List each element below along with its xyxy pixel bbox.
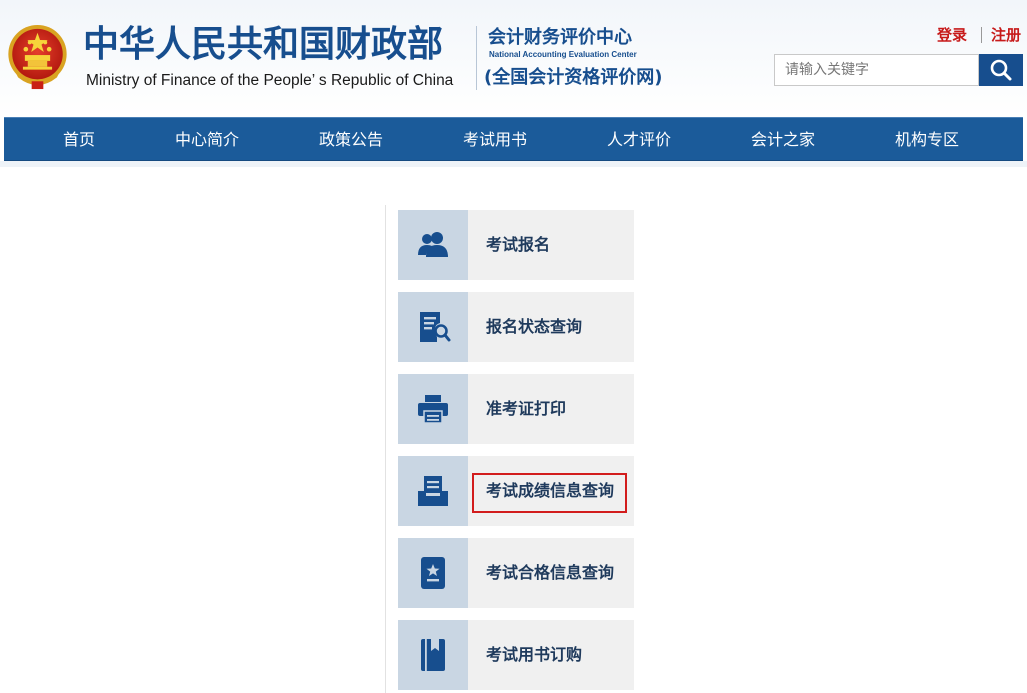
document-search-icon <box>420 312 451 342</box>
tile-exam-registration[interactable]: 考试报名 <box>398 210 634 280</box>
tile-label: 报名状态查询 <box>486 317 583 336</box>
users-icon <box>418 232 448 257</box>
inbox-tray-icon <box>418 476 448 506</box>
search-button[interactable] <box>979 54 1023 86</box>
tile-icon-box <box>398 374 468 444</box>
tile-label: 考试合格信息查询 <box>486 563 615 582</box>
main-nav: 首页 中心简介 政策公告 考试用书 人才评价 会计之家 机构专区 <box>4 117 1023 162</box>
content-divider <box>385 205 386 693</box>
tile-admission-ticket-print[interactable]: 准考证打印 <box>398 374 634 444</box>
book-icon <box>421 639 445 671</box>
center-title-en: National Accounting Evaluation Center <box>489 50 637 59</box>
tile-registration-status[interactable]: 报名状态查询 <box>398 292 634 362</box>
tile-label: 考试报名 <box>486 235 551 254</box>
nav-item-agencies[interactable]: 机构专区 <box>895 118 959 162</box>
nav-underline-strip <box>0 161 1027 167</box>
tile-book-order[interactable]: 考试用书订购 <box>398 620 634 690</box>
tile-icon-box <box>398 538 468 608</box>
register-link[interactable]: 注册 <box>991 25 1021 45</box>
ministry-title-en: Ministry of Finance of the People’ s Rep… <box>86 72 454 89</box>
center-title-cn: 会计财务评价中心 <box>488 27 632 48</box>
tile-label: 准考证打印 <box>486 399 567 418</box>
search-input[interactable] <box>774 54 979 86</box>
nav-item-books[interactable]: 考试用书 <box>463 118 527 162</box>
site-header: 中华人民共和国财政部 Ministry of Finance of the Pe… <box>0 0 1027 117</box>
tile-icon-box <box>398 292 468 362</box>
highlight-box <box>472 473 627 513</box>
nav-item-about[interactable]: 中心简介 <box>175 118 239 162</box>
tile-label: 考试用书订购 <box>486 645 583 664</box>
center-subtitle: (全国会计资格评价网) <box>484 67 663 88</box>
ministry-title-cn: 中华人民共和国财政部 <box>83 24 444 65</box>
printer-icon <box>418 395 448 424</box>
nav-item-home-acct[interactable]: 会计之家 <box>751 118 815 162</box>
national-emblem-icon <box>8 24 67 90</box>
tile-icon-box <box>398 456 468 526</box>
header-divider <box>476 26 477 90</box>
nav-item-home[interactable]: 首页 <box>63 118 95 162</box>
search-icon <box>990 59 1012 81</box>
tile-icon-box <box>398 620 468 690</box>
nav-item-policy[interactable]: 政策公告 <box>319 118 383 162</box>
login-link[interactable]: 登录 <box>937 25 967 45</box>
tile-qualification-query[interactable]: 考试合格信息查询 <box>398 538 634 608</box>
tile-icon-box <box>398 210 468 280</box>
nav-item-talent[interactable]: 人才评价 <box>607 118 671 162</box>
auth-separator <box>981 27 982 43</box>
certificate-book-icon <box>421 557 445 589</box>
